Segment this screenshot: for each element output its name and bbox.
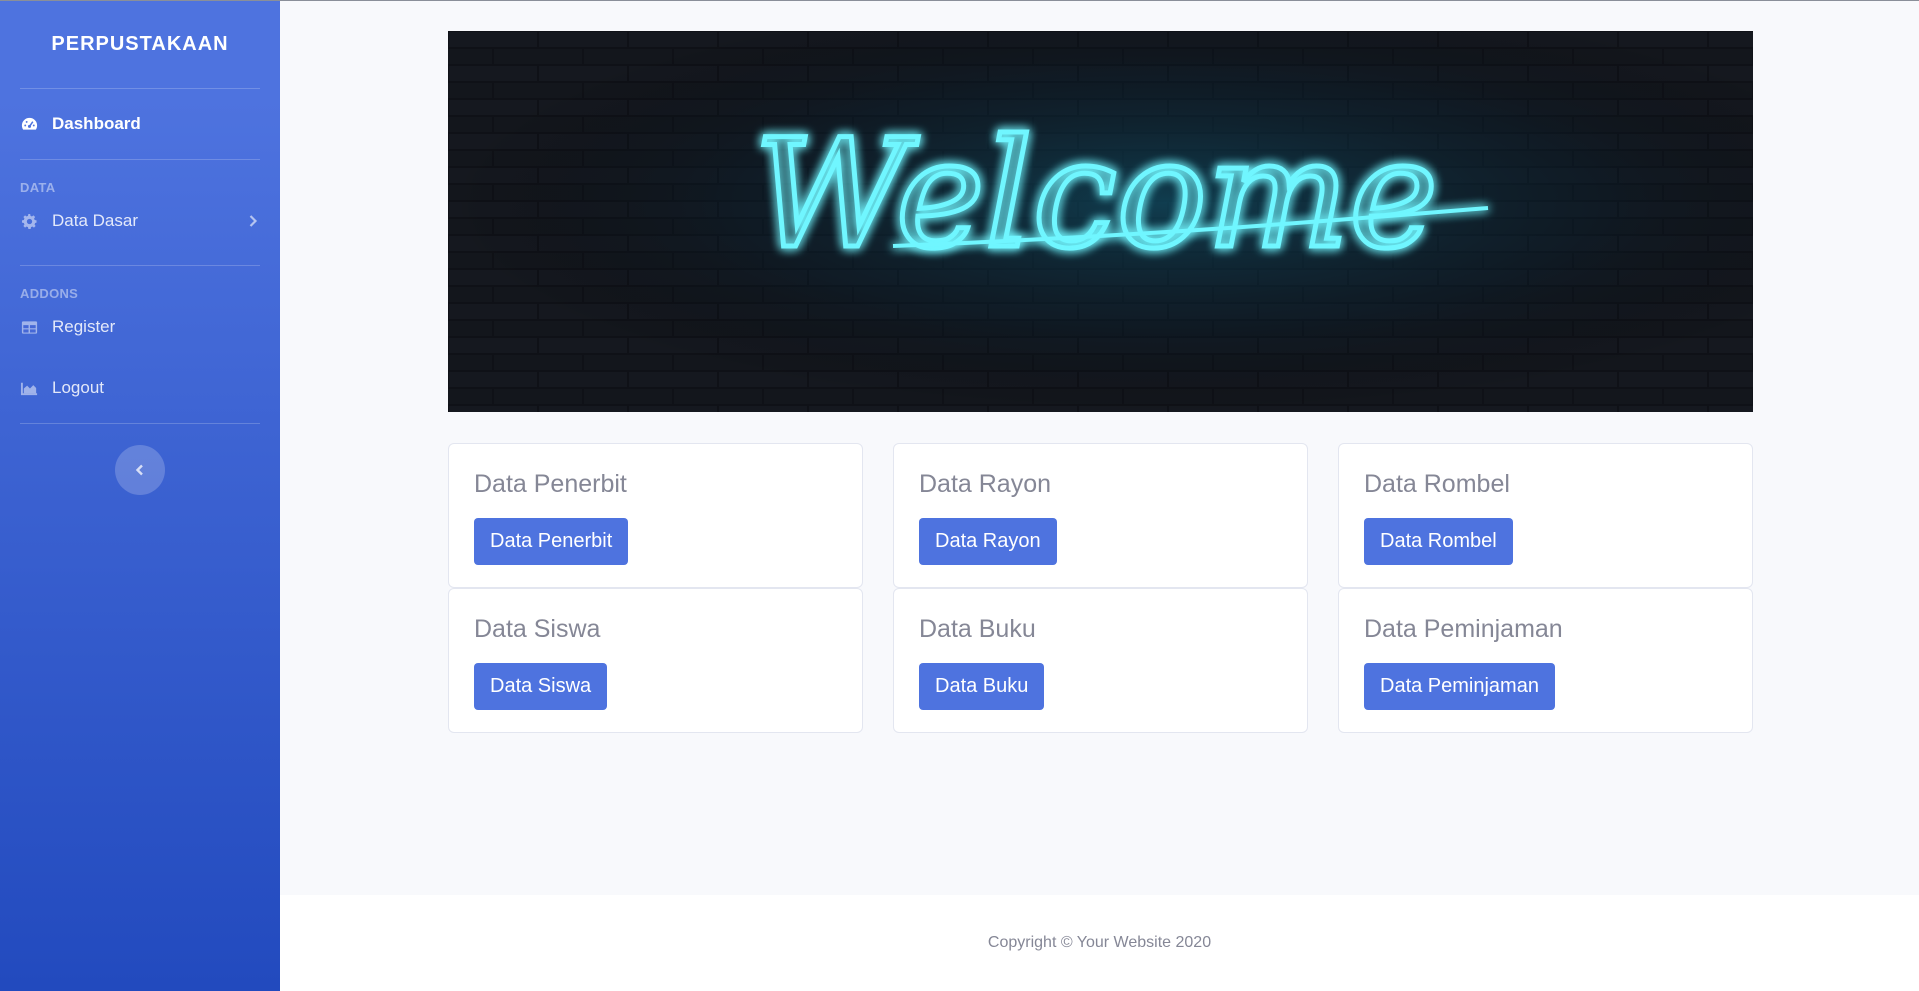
sidebar-heading-data: DATA	[20, 180, 56, 195]
content: Welcome Data Penerbit Data Penerbit Data…	[280, 0, 1919, 895]
data-rombel-button[interactable]: Data Rombel	[1364, 518, 1513, 565]
area-chart-icon	[20, 379, 52, 398]
sidebar-toggle-button[interactable]	[115, 445, 165, 495]
sidebar-item-label: Logout	[52, 378, 104, 397]
data-siswa-button[interactable]: Data Siswa	[474, 663, 608, 710]
card-data-rombel: Data Rombel Data Rombel	[1338, 443, 1753, 588]
footer: Copyright © Your Website 2020	[280, 895, 1919, 991]
sidebar-item-label: Dashboard	[52, 114, 141, 133]
card-title: Data Peminjaman	[1364, 615, 1563, 643]
sidebar-item-logout[interactable]: Logout	[0, 353, 280, 423]
sidebar-brand[interactable]: PERPUSTAKAAN	[0, 0, 280, 88]
sidebar-item-dashboard[interactable]: Dashboard	[0, 89, 280, 159]
data-rayon-button[interactable]: Data Rayon	[919, 518, 1057, 565]
sidebar-item-label: Data Dasar	[52, 211, 138, 230]
data-peminjaman-button[interactable]: Data Peminjaman	[1364, 663, 1555, 710]
card-title: Data Rombel	[1364, 470, 1510, 498]
sidebar-heading-addons: ADDONS	[20, 286, 79, 301]
top-border	[0, 0, 1919, 1]
card-data-penerbit: Data Penerbit Data Penerbit	[448, 443, 863, 588]
card-data-siswa: Data Siswa Data Siswa	[448, 588, 863, 733]
card-title: Data Rayon	[919, 470, 1052, 498]
sidebar-toggle-wrapper	[0, 424, 280, 495]
card-title: Data Buku	[919, 615, 1036, 643]
sidebar: PERPUSTAKAAN Dashboard DATA Data Dasar A…	[0, 0, 280, 991]
data-penerbit-button[interactable]: Data Penerbit	[474, 518, 629, 565]
card-data-peminjaman: Data Peminjaman Data Peminjaman	[1338, 588, 1753, 733]
chevron-right-icon	[249, 215, 258, 227]
sidebar-item-label: Register	[52, 317, 116, 336]
main-area: Welcome Data Penerbit Data Penerbit Data…	[280, 0, 1919, 991]
app-root: PERPUSTAKAAN Dashboard DATA Data Dasar A…	[0, 0, 1919, 991]
card-title: Data Penerbit	[474, 470, 627, 498]
sidebar-item-data-dasar[interactable]: Data Dasar	[0, 195, 280, 247]
gear-icon	[20, 212, 52, 231]
neon-welcome-text: Welcome	[754, 108, 1438, 282]
tachometer-icon	[20, 115, 52, 134]
welcome-banner: Welcome	[448, 31, 1753, 412]
card-data-buku: Data Buku Data Buku	[893, 588, 1308, 733]
card-title: Data Siswa	[474, 615, 601, 643]
table-icon	[20, 318, 52, 337]
data-buku-button[interactable]: Data Buku	[919, 663, 1045, 710]
sidebar-item-register[interactable]: Register	[0, 301, 280, 353]
chevron-left-icon	[135, 464, 143, 476]
copyright-text: Copyright © Your Website 2020	[987, 934, 1212, 951]
neon-sign-image: Welcome	[448, 31, 1753, 412]
card-data-rayon: Data Rayon Data Rayon	[893, 443, 1308, 588]
